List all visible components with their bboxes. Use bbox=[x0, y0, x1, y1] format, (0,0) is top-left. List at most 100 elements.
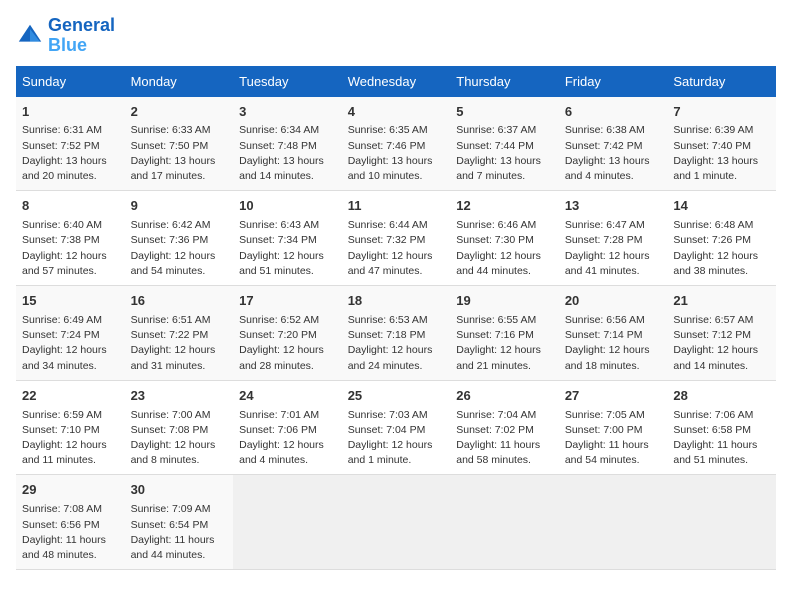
day-number: 7 bbox=[673, 103, 770, 122]
day-number: 23 bbox=[131, 387, 228, 406]
day-number: 28 bbox=[673, 387, 770, 406]
day-number: 26 bbox=[456, 387, 553, 406]
calendar-week-row: 1Sunrise: 6:31 AMSunset: 7:52 PMDaylight… bbox=[16, 97, 776, 191]
calendar-day-cell: 9 Sunrise: 6:42 AMSunset: 7:36 PMDaylight… bbox=[125, 191, 234, 286]
calendar-day-cell: 21 Sunrise: 6:57 AMSunset: 7:12 PMDayligh… bbox=[667, 286, 776, 381]
calendar-header: SundayMondayTuesdayWednesdayThursdayFrid… bbox=[16, 66, 776, 97]
day-info: Sunrise: 7:03 AMSunset: 7:04 PMDaylight:… bbox=[348, 408, 445, 469]
calendar-day-cell: 27 Sunrise: 7:05 AMSunset: 7:00 PMDayligh… bbox=[559, 380, 668, 475]
calendar-day-cell: 3Sunrise: 6:34 AMSunset: 7:48 PMDaylight… bbox=[233, 97, 342, 191]
day-info: Sunrise: 6:38 AMSunset: 7:42 PMDaylight:… bbox=[565, 123, 662, 184]
day-info: Sunrise: 7:08 AMSunset: 6:56 PMDaylight:… bbox=[22, 502, 119, 563]
day-info: Sunrise: 7:00 AMSunset: 7:08 PMDaylight:… bbox=[131, 408, 228, 469]
weekday-header: Thursday bbox=[450, 66, 559, 97]
day-info: Sunrise: 7:05 AMSunset: 7:00 PMDaylight:… bbox=[565, 408, 662, 469]
weekday-header: Friday bbox=[559, 66, 668, 97]
day-info: Sunrise: 6:48 AMSunset: 7:26 PMDaylight:… bbox=[673, 218, 770, 279]
day-number: 22 bbox=[22, 387, 119, 406]
calendar-day-cell: 15 Sunrise: 6:49 AMSunset: 7:24 PMDayligh… bbox=[16, 286, 125, 381]
day-number: 11 bbox=[348, 197, 445, 216]
calendar-day-cell: 29 Sunrise: 7:08 AMSunset: 6:56 PMDayligh… bbox=[16, 475, 125, 570]
logo: General Blue bbox=[16, 16, 115, 56]
day-number: 15 bbox=[22, 292, 119, 311]
calendar-day-cell: 10Sunrise: 6:43 AMSunset: 7:34 PMDayligh… bbox=[233, 191, 342, 286]
day-info: Sunrise: 6:39 AMSunset: 7:40 PMDaylight:… bbox=[673, 123, 770, 184]
day-info: Sunrise: 6:47 AMSunset: 7:28 PMDaylight:… bbox=[565, 218, 662, 279]
calendar-table: SundayMondayTuesdayWednesdayThursdayFrid… bbox=[16, 66, 776, 571]
day-info: Sunrise: 6:52 AMSunset: 7:20 PMDaylight:… bbox=[239, 313, 336, 374]
calendar-week-row: 29 Sunrise: 7:08 AMSunset: 6:56 PMDayligh… bbox=[16, 475, 776, 570]
calendar-day-cell: 1Sunrise: 6:31 AMSunset: 7:52 PMDaylight… bbox=[16, 97, 125, 191]
weekday-header: Saturday bbox=[667, 66, 776, 97]
calendar-day-cell: 20Sunrise: 6:56 AMSunset: 7:14 PMDayligh… bbox=[559, 286, 668, 381]
day-info: Sunrise: 6:55 AMSunset: 7:16 PMDaylight:… bbox=[456, 313, 553, 374]
day-info: Sunrise: 6:59 AMSunset: 7:10 PMDaylight:… bbox=[22, 408, 119, 469]
day-info: Sunrise: 7:09 AMSunset: 6:54 PMDaylight:… bbox=[131, 502, 228, 563]
day-number: 19 bbox=[456, 292, 553, 311]
day-info: Sunrise: 6:33 AMSunset: 7:50 PMDaylight:… bbox=[131, 123, 228, 184]
day-number: 6 bbox=[565, 103, 662, 122]
header: General Blue bbox=[16, 16, 776, 56]
day-info: Sunrise: 6:37 AMSunset: 7:44 PMDaylight:… bbox=[456, 123, 553, 184]
day-info: Sunrise: 6:35 AMSunset: 7:46 PMDaylight:… bbox=[348, 123, 445, 184]
logo-text: General Blue bbox=[48, 16, 115, 56]
day-number: 9 bbox=[131, 197, 228, 216]
day-info: Sunrise: 6:51 AMSunset: 7:22 PMDaylight:… bbox=[131, 313, 228, 374]
weekday-header: Sunday bbox=[16, 66, 125, 97]
day-number: 13 bbox=[565, 197, 662, 216]
day-info: Sunrise: 7:06 AMSunset: 6:58 PMDaylight:… bbox=[673, 408, 770, 469]
day-number: 4 bbox=[348, 103, 445, 122]
weekday-header: Tuesday bbox=[233, 66, 342, 97]
day-number: 30 bbox=[131, 481, 228, 500]
day-number: 16 bbox=[131, 292, 228, 311]
day-info: Sunrise: 6:57 AMSunset: 7:12 PMDaylight:… bbox=[673, 313, 770, 374]
day-number: 12 bbox=[456, 197, 553, 216]
day-number: 24 bbox=[239, 387, 336, 406]
calendar-day-cell bbox=[559, 475, 668, 570]
day-info: Sunrise: 6:31 AMSunset: 7:52 PMDaylight:… bbox=[22, 123, 119, 184]
weekday-header: Wednesday bbox=[342, 66, 451, 97]
day-number: 5 bbox=[456, 103, 553, 122]
calendar-day-cell bbox=[450, 475, 559, 570]
calendar-day-cell: 19 Sunrise: 6:55 AMSunset: 7:16 PMDayligh… bbox=[450, 286, 559, 381]
calendar-day-cell bbox=[342, 475, 451, 570]
calendar-day-cell: 23 Sunrise: 7:00 AMSunset: 7:08 PMDayligh… bbox=[125, 380, 234, 475]
day-info: Sunrise: 6:40 AMSunset: 7:38 PMDaylight:… bbox=[22, 218, 119, 279]
day-number: 1 bbox=[22, 103, 119, 122]
calendar-day-cell bbox=[667, 475, 776, 570]
calendar-day-cell: 11Sunrise: 6:44 AMSunset: 7:32 PMDayligh… bbox=[342, 191, 451, 286]
day-number: 25 bbox=[348, 387, 445, 406]
calendar-day-cell: 5Sunrise: 6:37 AMSunset: 7:44 PMDaylight… bbox=[450, 97, 559, 191]
calendar-day-cell: 12Sunrise: 6:46 AMSunset: 7:30 PMDayligh… bbox=[450, 191, 559, 286]
calendar-day-cell: 8 Sunrise: 6:40 AMSunset: 7:38 PMDaylight… bbox=[16, 191, 125, 286]
day-info: Sunrise: 7:01 AMSunset: 7:06 PMDaylight:… bbox=[239, 408, 336, 469]
day-number: 17 bbox=[239, 292, 336, 311]
calendar-day-cell: 16 Sunrise: 6:51 AMSunset: 7:22 PMDayligh… bbox=[125, 286, 234, 381]
calendar-day-cell: 7Sunrise: 6:39 AMSunset: 7:40 PMDaylight… bbox=[667, 97, 776, 191]
day-info: Sunrise: 6:42 AMSunset: 7:36 PMDaylight:… bbox=[131, 218, 228, 279]
calendar-week-row: 15 Sunrise: 6:49 AMSunset: 7:24 PMDayligh… bbox=[16, 286, 776, 381]
calendar-day-cell: 17 Sunrise: 6:52 AMSunset: 7:20 PMDayligh… bbox=[233, 286, 342, 381]
calendar-day-cell: 22 Sunrise: 6:59 AMSunset: 7:10 PMDayligh… bbox=[16, 380, 125, 475]
day-number: 3 bbox=[239, 103, 336, 122]
calendar-week-row: 22 Sunrise: 6:59 AMSunset: 7:10 PMDayligh… bbox=[16, 380, 776, 475]
day-number: 29 bbox=[22, 481, 119, 500]
day-number: 2 bbox=[131, 103, 228, 122]
day-number: 27 bbox=[565, 387, 662, 406]
day-info: Sunrise: 6:53 AMSunset: 7:18 PMDaylight:… bbox=[348, 313, 445, 374]
day-number: 8 bbox=[22, 197, 119, 216]
day-number: 20 bbox=[565, 292, 662, 311]
day-info: Sunrise: 6:34 AMSunset: 7:48 PMDaylight:… bbox=[239, 123, 336, 184]
calendar-day-cell: 13 Sunrise: 6:47 AMSunset: 7:28 PMDayligh… bbox=[559, 191, 668, 286]
day-info: Sunrise: 6:43 AMSunset: 7:34 PMDaylight:… bbox=[239, 218, 336, 279]
calendar-day-cell: 28 Sunrise: 7:06 AMSunset: 6:58 PMDayligh… bbox=[667, 380, 776, 475]
day-info: Sunrise: 6:49 AMSunset: 7:24 PMDaylight:… bbox=[22, 313, 119, 374]
calendar-body: 1Sunrise: 6:31 AMSunset: 7:52 PMDaylight… bbox=[16, 97, 776, 570]
day-info: Sunrise: 7:04 AMSunset: 7:02 PMDaylight:… bbox=[456, 408, 553, 469]
logo-icon bbox=[16, 22, 44, 50]
calendar-day-cell: 4Sunrise: 6:35 AMSunset: 7:46 PMDaylight… bbox=[342, 97, 451, 191]
day-number: 21 bbox=[673, 292, 770, 311]
calendar-day-cell: 2Sunrise: 6:33 AMSunset: 7:50 PMDaylight… bbox=[125, 97, 234, 191]
day-number: 18 bbox=[348, 292, 445, 311]
calendar-week-row: 8 Sunrise: 6:40 AMSunset: 7:38 PMDaylight… bbox=[16, 191, 776, 286]
